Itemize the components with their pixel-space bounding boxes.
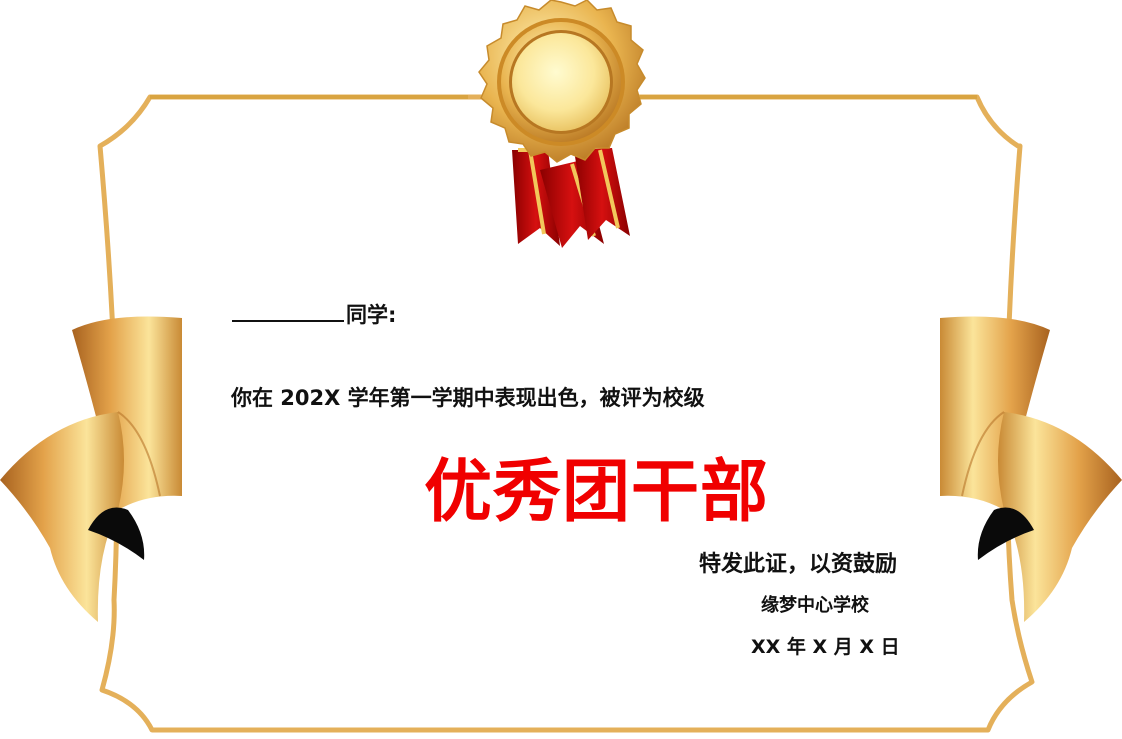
left-ribbon-scroll-icon <box>0 316 182 622</box>
certificate-artwork <box>0 0 1122 733</box>
red-ribbon-icon <box>512 148 630 248</box>
issue-statement: 特发此证，以资鼓励 <box>699 552 898 577</box>
school-name: 缘梦中心学校 <box>761 595 869 616</box>
issue-date: XX 年 X 月 X 日 <box>751 636 900 658</box>
certificate-body-text: 你在 202X 学年第一学期中表现出色，被评为校级 <box>231 386 705 410</box>
student-name-blank[interactable] <box>232 320 344 322</box>
student-name-line: 同学: <box>232 299 396 329</box>
gold-medal-seal-icon <box>478 0 646 163</box>
salutation-suffix: 同学: <box>346 303 397 327</box>
award-title: 优秀团干部 <box>424 453 770 532</box>
right-ribbon-scroll-icon <box>940 316 1122 622</box>
